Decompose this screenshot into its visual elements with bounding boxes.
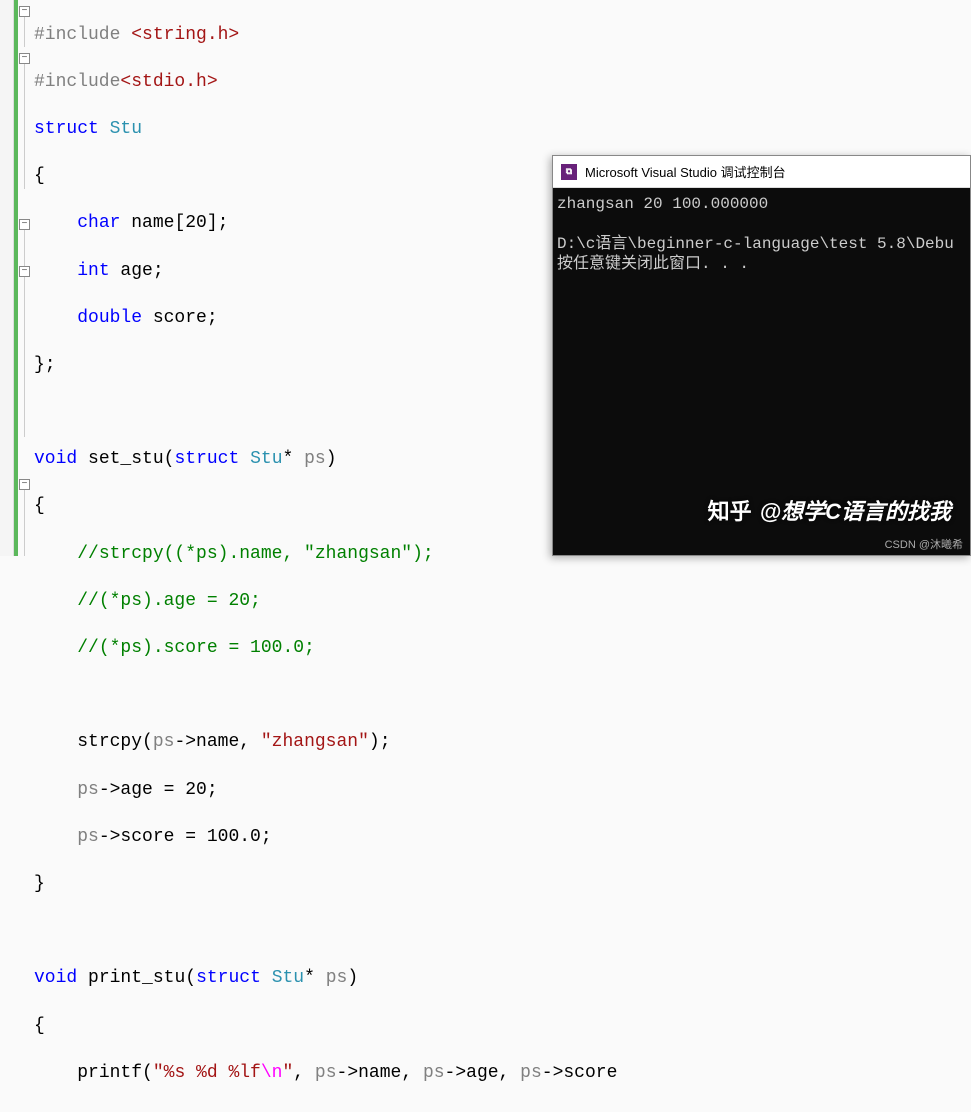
console-title: Microsoft Visual Studio 调试控制台 <box>585 162 786 181</box>
fold-toggle[interactable]: − <box>19 479 30 490</box>
fold-column: − − − − − <box>18 0 32 556</box>
console-titlebar[interactable]: ⧉ Microsoft Visual Studio 调试控制台 <box>553 156 970 188</box>
console-output[interactable]: zhangsan 20 100.000000 D:\c语言\beginner-c… <box>553 188 970 280</box>
fold-toggle[interactable]: − <box>19 266 30 277</box>
editor-gutter <box>0 0 14 556</box>
fold-toggle[interactable]: − <box>19 6 30 17</box>
debug-console-window[interactable]: ⧉ Microsoft Visual Studio 调试控制台 zhangsan… <box>552 155 971 556</box>
vs-icon: ⧉ <box>561 164 577 180</box>
fold-toggle[interactable]: − <box>19 53 30 64</box>
fold-toggle[interactable]: − <box>19 219 30 230</box>
